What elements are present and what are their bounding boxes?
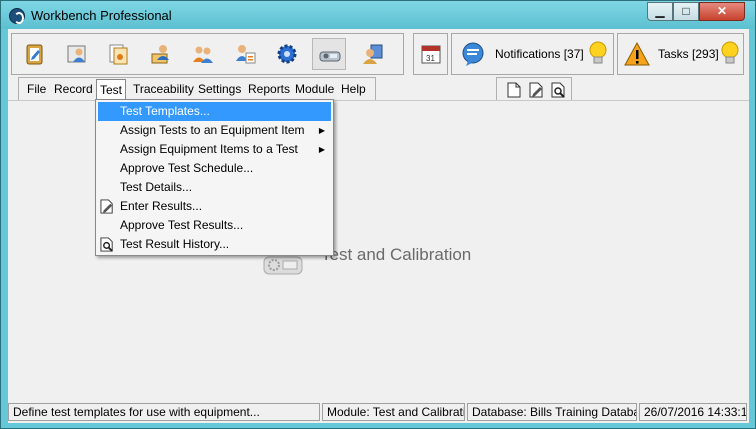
test-menu-dropdown: Test Templates... Assign Tests to an Equ… [95, 99, 334, 256]
user-card-icon [67, 45, 86, 63]
menu-traceability[interactable]: Traceability [133, 82, 194, 96]
toolbar-user-list-button[interactable] [228, 38, 262, 70]
toolbar-gear-button[interactable] [270, 38, 304, 70]
group-icon [193, 46, 213, 63]
clipboard-icon [26, 44, 43, 65]
submenu-arrow-icon: ▶ [318, 145, 325, 154]
person-certificate-icon [151, 45, 169, 64]
search-document-button[interactable] [551, 82, 567, 101]
title-bar[interactable]: Workbench Professional ▁ □ ✕ [1, 1, 755, 29]
status-database: Database: Bills Training Database [467, 403, 637, 421]
window-title: Workbench Professional [31, 8, 172, 23]
user-key-icon [363, 44, 383, 64]
menu-item-enter-results[interactable]: Enter Results... [98, 197, 331, 216]
menu-settings[interactable]: Settings [198, 82, 241, 96]
menu-test[interactable]: Test [96, 79, 127, 101]
status-module: Module: Test and Calibration [322, 403, 465, 421]
edit-document-icon [529, 82, 543, 98]
calendar-icon: 31 [421, 45, 441, 64]
new-document-button[interactable] [507, 82, 521, 101]
status-hint: Define test templates for use with equip… [8, 403, 320, 421]
toolbar-user-key-button[interactable] [356, 38, 390, 70]
close-button[interactable]: ✕ [699, 2, 745, 21]
status-datetime: 26/07/2016 14:33:19 [639, 403, 747, 421]
notifications-panel[interactable]: Notifications [37] [451, 33, 614, 75]
lightbulb-icon [721, 41, 739, 64]
tasks-panel[interactable]: Tasks [293] [617, 33, 744, 75]
menu-item-test-details[interactable]: Test Details... [98, 178, 331, 197]
menu-item-assign-tests[interactable]: Assign Tests to an Equipment Item ▶ [98, 121, 331, 140]
module-title: Test and Calibration [321, 245, 472, 264]
tasks-label: Tasks [293] [658, 47, 719, 61]
menu-item-assign-equipment[interactable]: Assign Equipment Items to a Test ▶ [98, 140, 331, 159]
edit-document-icon [100, 199, 113, 214]
app-window: Workbench Professional ▁ □ ✕ 31 Notifica… [0, 0, 756, 429]
calendar-toolbar: 31 [413, 33, 448, 75]
menu-file[interactable]: File [27, 82, 46, 96]
toolbar-calibration-button[interactable] [312, 38, 346, 70]
menu-item-test-templates[interactable]: Test Templates... [98, 102, 331, 121]
submenu-arrow-icon: ▶ [318, 126, 325, 135]
toolbar-calendar-button[interactable]: 31 [414, 38, 448, 70]
app-logo-icon [9, 8, 25, 24]
status-bar: Define test templates for use with equip… [8, 401, 749, 423]
menu-item-result-history[interactable]: Test Result History... [98, 235, 331, 254]
documents-icon [109, 44, 128, 65]
menu-bar: File Record Test Traceability Settings R… [18, 77, 376, 101]
document-toolbar [496, 77, 572, 101]
search-document-icon [100, 237, 113, 252]
maximize-button[interactable]: □ [673, 2, 699, 21]
calibration-device-icon [319, 51, 341, 62]
toolbar-group-button[interactable] [186, 38, 220, 70]
svg-text:31: 31 [426, 54, 435, 63]
warning-icon [624, 41, 650, 66]
menu-item-approve-schedule[interactable]: Approve Test Schedule... [98, 159, 331, 178]
menu-record[interactable]: Record [54, 82, 93, 96]
menu-reports[interactable]: Reports [248, 82, 290, 96]
new-document-icon [507, 82, 521, 98]
notifications-label: Notifications [37] [495, 47, 584, 61]
toolbar-clipboard-button[interactable] [18, 38, 52, 70]
toolbar-documents-button[interactable] [102, 38, 136, 70]
toolbar-user-card-button[interactable] [60, 38, 94, 70]
gear-icon [277, 44, 297, 64]
user-list-icon [236, 45, 256, 64]
module-toolbar [11, 33, 404, 75]
menu-help[interactable]: Help [341, 82, 366, 96]
menu-item-approve-results[interactable]: Approve Test Results... [98, 216, 331, 235]
search-document-icon [551, 82, 565, 98]
chat-bubble-icon [462, 42, 484, 66]
main-client-area: 31 Notifications [37] Tasks [293] File R… [8, 29, 749, 423]
toolbar-person-certificate-button[interactable] [144, 38, 178, 70]
edit-document-button[interactable] [529, 82, 545, 101]
menu-module[interactable]: Module [295, 82, 334, 96]
minimize-button[interactable]: ▁ [647, 2, 673, 21]
lightbulb-icon [589, 41, 607, 64]
